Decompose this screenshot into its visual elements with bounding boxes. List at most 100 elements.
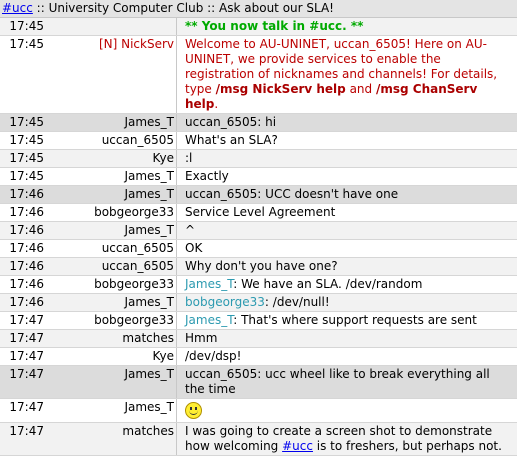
message-text: OK bbox=[185, 241, 203, 255]
message-nick[interactable]: [N] NickServ bbox=[44, 36, 176, 52]
column-divider bbox=[176, 204, 183, 221]
message-time: 17:45 bbox=[9, 19, 44, 33]
message-row: 17:47 bobgeorge33 James_T: That's where su… bbox=[0, 312, 517, 330]
column-divider bbox=[176, 294, 183, 311]
message-row: 17:46 bobgeorge33 James_T: We have an SLA.… bbox=[0, 276, 517, 294]
message-time: 17:47 bbox=[9, 367, 44, 381]
message-nick[interactable]: James_T bbox=[44, 168, 176, 184]
message-nick[interactable]: uccan_6505 bbox=[44, 132, 176, 148]
message-time: 17:46 bbox=[9, 295, 44, 309]
column-divider bbox=[176, 222, 183, 239]
message-time: 17:46 bbox=[9, 205, 44, 219]
column-divider bbox=[176, 258, 183, 275]
column-divider bbox=[176, 18, 183, 35]
message-row: 17:47 James_T uccan_6505: ucc wheel like t… bbox=[0, 366, 517, 399]
system-notice: ** You now talk in #ucc. ** bbox=[185, 19, 364, 33]
message-body: : That's where support requests are sent bbox=[233, 313, 477, 327]
message-row: 17:47 matches Hmm bbox=[0, 330, 517, 348]
message-text: I was going to create a screen shot to d… bbox=[183, 423, 517, 455]
message-nick[interactable]: Kye bbox=[44, 348, 176, 364]
column-divider bbox=[176, 114, 183, 131]
message-time: 17:47 bbox=[9, 349, 44, 363]
column-divider bbox=[176, 399, 183, 422]
message-nick[interactable]: matches bbox=[44, 423, 176, 439]
message-time: 17:45 bbox=[9, 133, 44, 147]
chat-log[interactable]: 17:45 ** You now talk in #ucc. ** 17:45 [N]… bbox=[0, 18, 517, 456]
message-text: uccan_6505: UCC doesn't have one bbox=[185, 187, 399, 201]
channel-topic-bar: #ucc :: University Computer Club :: Ask … bbox=[0, 0, 517, 18]
message-time: 17:45 bbox=[9, 115, 44, 129]
message-text: ** You now talk in #ucc. ** bbox=[183, 18, 517, 35]
message-time: 17:45 bbox=[9, 151, 44, 165]
message-nick[interactable]: James_T bbox=[44, 222, 176, 238]
message-nick[interactable]: James_T bbox=[44, 294, 176, 310]
message-row: 17:46 James_T bobgeorge33: /dev/null! bbox=[0, 294, 517, 312]
message-row: 17:47 matches I was going to create a scre… bbox=[0, 423, 517, 456]
message-nick[interactable]: bobgeorge33 bbox=[44, 204, 176, 220]
message-text: ^ bbox=[185, 223, 196, 237]
message-row: 17:46 James_T ^ bbox=[0, 222, 517, 240]
message-body: is to freshers, but perhaps not. bbox=[312, 439, 502, 453]
message-row: 17:45 [N] NickServ Welcome to AU-UNINET, u… bbox=[0, 36, 517, 114]
message-row: 17:46 James_T uccan_6505: UCC doesn't have… bbox=[0, 186, 517, 204]
message-body: : We have an SLA. /dev/random bbox=[233, 277, 423, 291]
column-divider bbox=[176, 330, 183, 347]
column-divider bbox=[176, 36, 183, 113]
message-time: 17:46 bbox=[9, 259, 44, 273]
message-nick[interactable]: Kye bbox=[44, 150, 176, 166]
message-time: 17:47 bbox=[9, 424, 44, 438]
column-divider bbox=[176, 423, 183, 455]
message-nick[interactable] bbox=[44, 18, 176, 20]
message-time: 17:47 bbox=[9, 313, 44, 327]
column-divider bbox=[176, 312, 183, 329]
message-row: 17:46 bobgeorge33 Service Level Agreement bbox=[0, 204, 517, 222]
command-text: /msg NickServ help bbox=[215, 82, 346, 96]
message-text: :l bbox=[185, 151, 193, 165]
message-nick[interactable]: bobgeorge33 bbox=[44, 276, 176, 292]
column-divider bbox=[176, 150, 183, 167]
message-nick[interactable]: James_T bbox=[44, 114, 176, 130]
message-text: What's an SLA? bbox=[185, 133, 278, 147]
message-row: 17:47 Kye/dev/dsp! bbox=[0, 348, 517, 366]
addressed-nick[interactable]: James_T bbox=[185, 313, 233, 327]
addressed-nick[interactable]: James_T bbox=[185, 277, 233, 291]
message-text: Service Level Agreement bbox=[185, 205, 336, 219]
message-row: 17:45 ** You now talk in #ucc. ** bbox=[0, 18, 517, 36]
message-text: James_T: We have an SLA. /dev/random bbox=[183, 276, 517, 293]
message-nick[interactable]: James_T bbox=[44, 186, 176, 202]
column-divider bbox=[176, 186, 183, 203]
message-row: 17:45 James_T Exactly bbox=[0, 168, 517, 186]
message-text: /dev/dsp! bbox=[185, 349, 242, 363]
message-row: 17:45 James_T uccan_6505: hi bbox=[0, 114, 517, 132]
smiley-icon bbox=[185, 402, 202, 419]
message-text: Hmm bbox=[185, 331, 218, 345]
message-nick[interactable]: matches bbox=[44, 330, 176, 346]
channel-link[interactable]: #ucc bbox=[282, 439, 313, 453]
column-divider bbox=[176, 132, 183, 149]
message-time: 17:45 bbox=[9, 37, 44, 51]
message-nick[interactable]: James_T bbox=[44, 399, 176, 415]
addressed-nick[interactable]: bobgeorge33 bbox=[185, 295, 265, 309]
message-time: 17:45 bbox=[9, 169, 44, 183]
column-divider bbox=[176, 348, 183, 365]
message-text: Exactly bbox=[185, 169, 229, 183]
channel-link[interactable]: #ucc bbox=[2, 1, 33, 15]
message-time: 17:47 bbox=[9, 331, 44, 345]
message-nick[interactable]: bobgeorge33 bbox=[44, 312, 176, 328]
message-row: 17:46 uccan_6505 OK bbox=[0, 240, 517, 258]
message-row: 17:45 Kye :l bbox=[0, 150, 517, 168]
notice-text: and bbox=[345, 82, 376, 96]
message-row: 17:45 uccan_6505 What's an SLA? bbox=[0, 132, 517, 150]
message-nick[interactable]: James_T bbox=[44, 366, 176, 382]
message-text: Welcome to AU-UNINET, uccan_6505! Here o… bbox=[183, 36, 517, 113]
message-text: bobgeorge33: /dev/null! bbox=[183, 294, 517, 311]
message-nick[interactable]: uccan_6505 bbox=[44, 258, 176, 274]
message-text: James_T: That's where support requests a… bbox=[183, 312, 517, 329]
column-divider bbox=[176, 168, 183, 185]
message-body: : /dev/null! bbox=[264, 295, 330, 309]
topic-text: :: University Computer Club :: Ask about… bbox=[32, 1, 334, 15]
message-time: 17:47 bbox=[9, 400, 44, 414]
message-time: 17:46 bbox=[9, 223, 44, 237]
message-text: uccan_6505: hi bbox=[185, 115, 277, 129]
message-nick[interactable]: uccan_6505 bbox=[44, 240, 176, 256]
